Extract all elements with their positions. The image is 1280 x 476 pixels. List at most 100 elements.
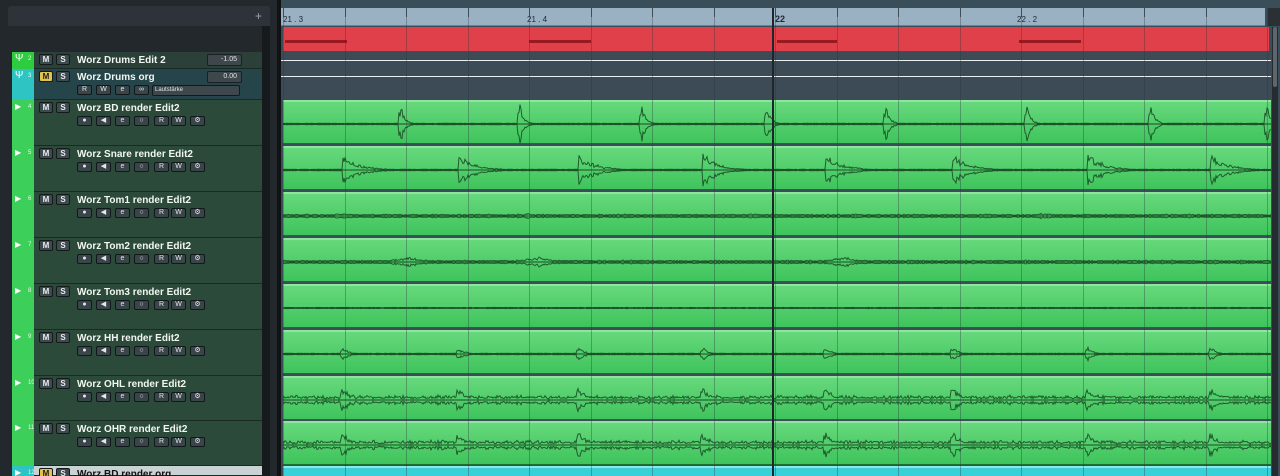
mute-button[interactable]: M bbox=[39, 286, 53, 297]
audio-event[interactable] bbox=[283, 330, 1271, 374]
record-button[interactable]: ● bbox=[77, 162, 92, 172]
edit-button[interactable]: e bbox=[115, 254, 130, 264]
lane-button[interactable]: ○ bbox=[134, 208, 149, 218]
automation-parameter[interactable]: Lautstärke bbox=[152, 85, 240, 96]
audio-event[interactable] bbox=[283, 146, 1271, 190]
monitor-button[interactable]: ◀ bbox=[96, 162, 111, 172]
track-name[interactable]: Worz Tom2 render Edit2 bbox=[77, 241, 191, 252]
write-button[interactable]: W bbox=[96, 85, 111, 95]
track-header[interactable]: ▶ 9 M S Worz HH render Edit2 ● ◀ e ○ R W ⚙ bbox=[12, 330, 262, 376]
monitor-button[interactable]: ◀ bbox=[96, 116, 111, 126]
edit-button[interactable]: e bbox=[115, 85, 130, 95]
write-button[interactable]: W bbox=[171, 254, 186, 264]
track-header[interactable]: ▶ 10 M S Worz OHL render Edit2 ● ◀ e ○ R W ⚙ bbox=[12, 376, 262, 421]
edit-button[interactable]: e bbox=[115, 392, 130, 402]
ruler-options-button[interactable] bbox=[1268, 8, 1280, 26]
audio-event[interactable] bbox=[283, 376, 1271, 420]
edit-button[interactable]: e bbox=[115, 162, 130, 172]
track-name[interactable]: Worz HH render Edit2 bbox=[77, 333, 180, 344]
track-name[interactable]: Worz OHL render Edit2 bbox=[77, 379, 186, 390]
folder-part[interactable] bbox=[283, 27, 1269, 51]
write-button[interactable]: W bbox=[171, 162, 186, 172]
audio-event[interactable] bbox=[283, 284, 1271, 328]
edit-button[interactable]: e bbox=[115, 346, 130, 356]
settings-icon[interactable]: ⚙ bbox=[190, 392, 205, 402]
track-name[interactable]: Worz Drums org bbox=[77, 72, 155, 83]
read-button[interactable]: R bbox=[154, 392, 169, 402]
mute-button[interactable]: M bbox=[39, 148, 53, 159]
read-button[interactable]: R bbox=[154, 300, 169, 310]
solo-button[interactable]: S bbox=[56, 332, 70, 343]
track-header[interactable]: ▶ 8 M S Worz Tom3 render Edit2 ● ◀ e ○ R W ⚙ bbox=[12, 284, 262, 330]
settings-icon[interactable]: ⚙ bbox=[190, 437, 205, 447]
volume-field[interactable]: 0.00 bbox=[207, 71, 242, 83]
track-name[interactable]: Worz Drums Edit 2 bbox=[77, 55, 166, 66]
monitor-button[interactable]: ◀ bbox=[96, 392, 111, 402]
solo-button[interactable]: S bbox=[56, 240, 70, 251]
audio-event[interactable] bbox=[283, 100, 1271, 144]
write-button[interactable]: W bbox=[171, 437, 186, 447]
read-button[interactable]: R bbox=[154, 254, 169, 264]
track-name[interactable]: Worz OHR render Edit2 bbox=[77, 424, 187, 435]
read-button[interactable]: R bbox=[154, 437, 169, 447]
write-button[interactable]: W bbox=[171, 392, 186, 402]
monitor-button[interactable]: ◀ bbox=[96, 208, 111, 218]
mute-button[interactable]: M bbox=[39, 378, 53, 389]
track-header[interactable]: ▶ 11 M S Worz OHR render Edit2 ● ◀ e ○ R W ⚙ bbox=[12, 421, 262, 466]
lane-button[interactable]: ○ bbox=[134, 392, 149, 402]
project-cursor[interactable] bbox=[772, 8, 774, 476]
volume-field[interactable]: -1.05 bbox=[207, 54, 242, 66]
solo-button[interactable]: S bbox=[56, 286, 70, 297]
track-name[interactable]: Worz Tom1 render Edit2 bbox=[77, 195, 191, 206]
mute-button[interactable]: M bbox=[39, 468, 53, 476]
monitor-button[interactable]: ◀ bbox=[96, 254, 111, 264]
settings-icon[interactable]: ⚙ bbox=[190, 208, 205, 218]
record-button[interactable]: ● bbox=[77, 208, 92, 218]
solo-button[interactable]: S bbox=[56, 148, 70, 159]
settings-icon[interactable]: ⚙ bbox=[190, 116, 205, 126]
link-icon[interactable]: ∞ bbox=[134, 85, 149, 95]
write-button[interactable]: W bbox=[171, 208, 186, 218]
record-button[interactable]: ● bbox=[77, 392, 92, 402]
track-header[interactable]: ▶ 6 M S Worz Tom1 render Edit2 ● ◀ e ○ R W ⚙ bbox=[12, 192, 262, 238]
mute-button[interactable]: M bbox=[39, 240, 53, 251]
track-name[interactable]: Worz BD render org bbox=[77, 469, 171, 476]
track-header[interactable]: ▶ 7 M S Worz Tom2 render Edit2 ● ◀ e ○ R W ⚙ bbox=[12, 238, 262, 284]
automation-line[interactable] bbox=[281, 60, 1271, 61]
write-button[interactable]: W bbox=[171, 346, 186, 356]
audio-event[interactable] bbox=[283, 192, 1271, 236]
audio-event[interactable] bbox=[283, 238, 1271, 282]
solo-button[interactable]: S bbox=[56, 54, 70, 65]
solo-button[interactable]: S bbox=[56, 102, 70, 113]
record-button[interactable]: ● bbox=[77, 254, 92, 264]
solo-button[interactable]: S bbox=[56, 378, 70, 389]
monitor-button[interactable]: ◀ bbox=[96, 346, 111, 356]
track-name[interactable]: Worz Snare render Edit2 bbox=[77, 149, 193, 160]
monitor-button[interactable]: ◀ bbox=[96, 437, 111, 447]
track-header[interactable]: ▶ 12 M S Worz BD render org bbox=[12, 466, 262, 476]
track-name[interactable]: Worz BD render Edit2 bbox=[77, 103, 180, 114]
read-button[interactable]: R bbox=[154, 208, 169, 218]
write-button[interactable]: W bbox=[171, 300, 186, 310]
lane-button[interactable]: ○ bbox=[134, 116, 149, 126]
lane-button[interactable]: ○ bbox=[134, 437, 149, 447]
plus-icon[interactable]: + bbox=[255, 9, 262, 23]
automation-line[interactable] bbox=[281, 76, 1271, 77]
audio-event[interactable] bbox=[283, 421, 1271, 465]
solo-button[interactable]: S bbox=[56, 71, 70, 82]
monitor-button[interactable]: ◀ bbox=[96, 300, 111, 310]
mute-button[interactable]: M bbox=[39, 54, 53, 65]
record-button[interactable]: ● bbox=[77, 346, 92, 356]
lane-button[interactable]: ○ bbox=[134, 300, 149, 310]
mute-button[interactable]: M bbox=[39, 423, 53, 434]
settings-icon[interactable]: ⚙ bbox=[190, 162, 205, 172]
lane-button[interactable]: ○ bbox=[134, 254, 149, 264]
read-button[interactable]: R bbox=[154, 116, 169, 126]
track-header[interactable]: Ψ 2 M S Worz Drums Edit 2 -1.05 bbox=[12, 52, 262, 69]
solo-button[interactable]: S bbox=[56, 194, 70, 205]
write-button[interactable]: W bbox=[171, 116, 186, 126]
edit-button[interactable]: e bbox=[115, 437, 130, 447]
read-button[interactable]: R bbox=[77, 85, 92, 95]
lane-button[interactable]: ○ bbox=[134, 346, 149, 356]
track-header[interactable]: ▶ 4 M S Worz BD render Edit2 ● ◀ e ○ R W ⚙ bbox=[12, 100, 262, 146]
